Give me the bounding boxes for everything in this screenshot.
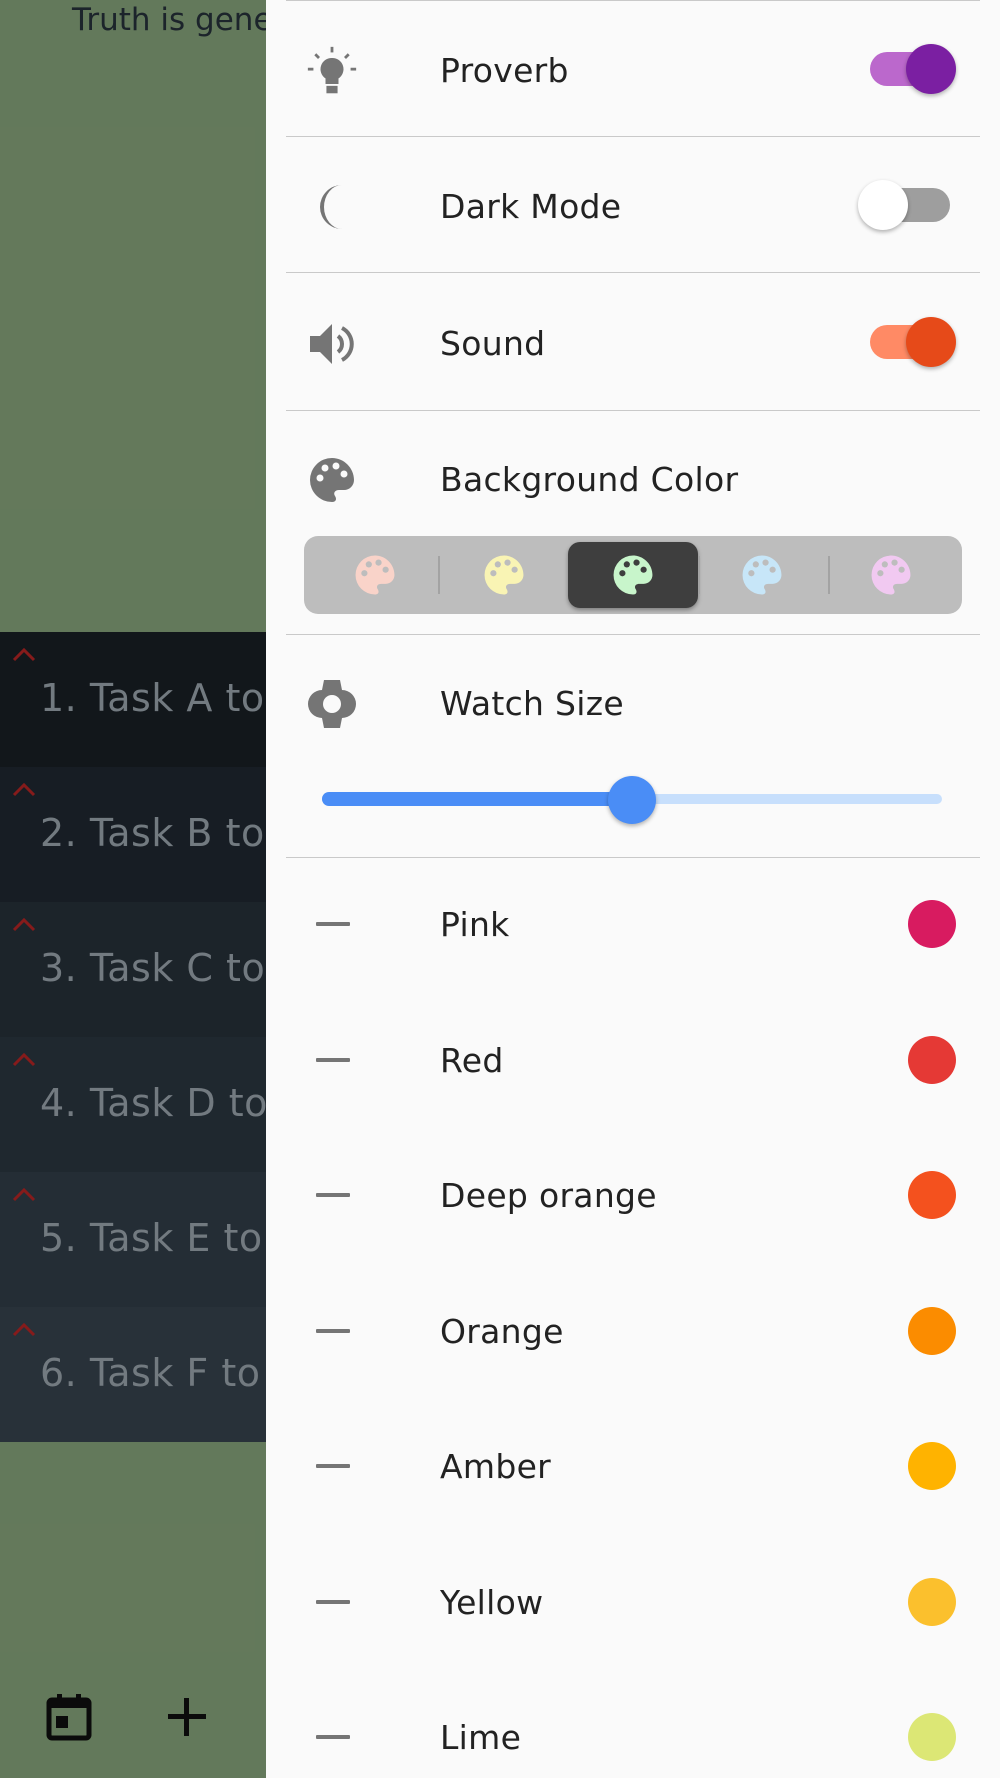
volume-icon <box>306 318 358 370</box>
remove-icon <box>316 1057 350 1062</box>
sound-switch[interactable] <box>850 274 960 409</box>
color-swatch <box>908 1306 956 1355</box>
palette-icon <box>742 555 782 595</box>
palette-icon <box>355 555 395 595</box>
color-list-item[interactable]: Amber <box>266 1400 1000 1535</box>
slider-thumb[interactable] <box>608 776 656 824</box>
remove-icon <box>316 1193 350 1197</box>
color-option[interactable] <box>439 542 569 608</box>
color-option[interactable] <box>310 542 440 608</box>
watch-size-slider[interactable] <box>322 772 952 828</box>
remove-icon <box>316 1464 350 1468</box>
color-swatch <box>908 1442 956 1490</box>
color-name: Red <box>440 1040 504 1080</box>
moon-icon <box>306 181 358 233</box>
color-swatch <box>908 1171 956 1219</box>
palette-icon <box>613 555 653 595</box>
proverb-label: Proverb <box>440 51 569 90</box>
color-swatch <box>908 1577 956 1626</box>
watch-icon <box>306 678 358 730</box>
color-option[interactable] <box>697 542 827 608</box>
switch-thumb <box>858 180 908 230</box>
color-list-item[interactable]: Red <box>266 994 1000 1129</box>
sound-label: Sound <box>440 324 546 363</box>
settings-drawer: Proverb Dark Mode Sound Background Color… <box>266 0 1000 1778</box>
proverb-switch[interactable] <box>850 1 960 136</box>
color-name: Yellow <box>440 1582 544 1622</box>
palette-icon <box>306 454 358 506</box>
color-list-item[interactable]: Yellow <box>266 1536 1000 1671</box>
color-name: Deep orange <box>440 1176 657 1215</box>
watch-size-label: Watch Size <box>440 684 624 723</box>
watch-size-setting: Watch Size <box>266 634 1000 769</box>
dark-mode-switch[interactable] <box>850 137 960 272</box>
color-swatch <box>908 1713 956 1761</box>
sound-setting[interactable]: Sound <box>266 274 1000 409</box>
color-list-item[interactable]: Orange <box>266 1265 1000 1400</box>
color-swatch <box>908 1035 956 1084</box>
dark-mode-label: Dark Mode <box>440 187 622 226</box>
remove-icon <box>316 1599 350 1604</box>
background-color-setting: Background Color <box>266 410 1000 545</box>
color-option[interactable] <box>568 542 698 608</box>
color-name: Lime <box>440 1718 522 1757</box>
color-name: Pink <box>440 905 510 944</box>
color-list-item[interactable]: Pink <box>266 858 1000 993</box>
palette-icon <box>484 555 524 595</box>
color-list-item[interactable]: Lime <box>266 1671 1000 1778</box>
remove-icon <box>316 922 350 926</box>
switch-thumb <box>906 44 956 94</box>
switch-thumb <box>906 317 956 367</box>
dark-mode-setting[interactable]: Dark Mode <box>266 137 1000 272</box>
color-list-item[interactable]: Deep orange <box>266 1129 1000 1264</box>
color-option[interactable] <box>826 542 956 608</box>
proverb-setting[interactable]: Proverb <box>266 1 1000 136</box>
palette-icon <box>871 555 911 595</box>
lightbulb-icon <box>306 45 358 97</box>
slider-active-track <box>322 792 632 806</box>
color-swatch <box>908 900 956 948</box>
background-color-selector <box>304 536 962 614</box>
color-name: Amber <box>440 1447 552 1486</box>
remove-icon <box>316 1735 350 1739</box>
color-name: Orange <box>440 1311 564 1351</box>
background-color-label: Background Color <box>440 460 739 499</box>
divider <box>286 272 980 273</box>
remove-icon <box>316 1328 350 1333</box>
